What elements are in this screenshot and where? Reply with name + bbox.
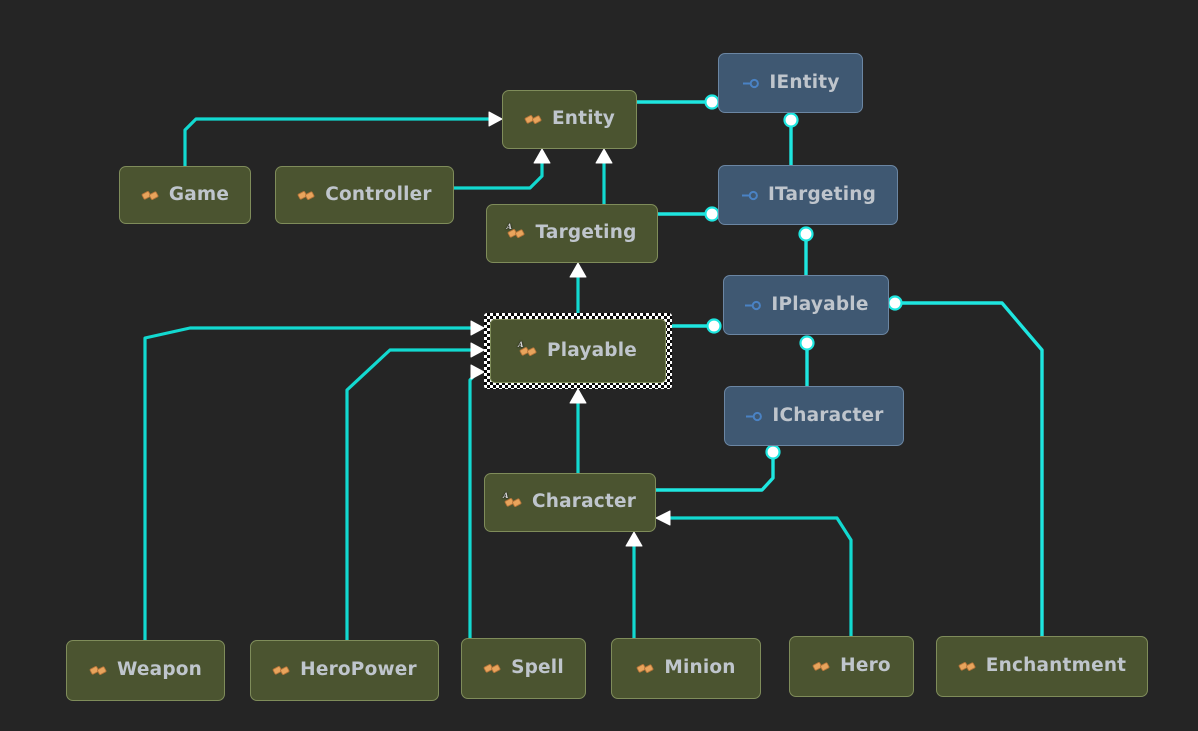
node-label: Targeting — [535, 222, 637, 244]
class-icon — [483, 659, 502, 678]
node-controller[interactable]: Controller — [275, 166, 454, 224]
edge-heropower-playable — [345, 342, 485, 640]
edge-character-playable — [569, 388, 587, 473]
class-icon — [89, 661, 108, 680]
abstract-badge: A — [506, 222, 513, 231]
node-enchantment[interactable]: Enchantment — [936, 636, 1148, 697]
node-heropower[interactable]: HeroPower — [250, 640, 439, 701]
interface-icon — [744, 407, 763, 426]
node-weapon[interactable]: Weapon — [66, 640, 225, 701]
abstract-class-icon: A — [506, 222, 526, 243]
abstract-class-icon: A — [517, 339, 538, 361]
node-character[interactable]: A Character — [484, 473, 656, 532]
node-hero[interactable]: Hero — [789, 636, 914, 697]
node-label: ITargeting — [767, 183, 877, 205]
edge-targeting-itargeting — [658, 206, 720, 222]
edge-entity-ientity — [637, 94, 720, 110]
edge-itargeting-ientity — [783, 112, 799, 165]
class-icon — [958, 657, 977, 676]
node-label: Hero — [840, 655, 891, 677]
edge-playable-targeting — [569, 262, 587, 313]
node-label: IEntity — [769, 71, 840, 93]
node-playable[interactable]: A Playable — [484, 313, 672, 389]
node-ientity[interactable]: IEntity — [718, 53, 863, 113]
edge-minion-character — [625, 531, 643, 638]
node-label: Weapon — [116, 659, 203, 681]
class-icon — [812, 657, 831, 676]
edge-controller-entity — [454, 148, 551, 190]
node-targeting[interactable]: A Targeting — [486, 204, 658, 263]
edge-playable-iplayable — [672, 318, 722, 334]
edge-enchantment-iplayable — [887, 295, 1044, 636]
node-label: Minion — [664, 657, 736, 679]
interface-icon — [740, 186, 759, 205]
node-playable-body: A Playable — [490, 319, 666, 383]
node-label: Game — [168, 183, 230, 205]
class-icon — [272, 661, 291, 680]
edge-game-entity — [183, 111, 503, 166]
node-icharacter[interactable]: ICharacter — [724, 386, 904, 446]
edge-targeting-entity — [595, 148, 613, 204]
node-label: Enchantment — [985, 655, 1127, 677]
interface-icon — [743, 296, 762, 315]
node-label: ICharacter — [772, 404, 884, 426]
edge-weapon-playable — [143, 320, 485, 640]
node-itargeting[interactable]: ITargeting — [718, 165, 898, 225]
node-label: Spell — [511, 657, 564, 679]
abstract-badge: A — [502, 491, 509, 500]
class-icon — [141, 186, 160, 205]
node-entity[interactable]: Entity — [502, 90, 637, 149]
node-label: IPlayable — [771, 293, 869, 315]
class-icon — [524, 110, 543, 129]
node-label: HeroPower — [300, 659, 417, 681]
edge-iplayable-itargeting — [798, 226, 814, 275]
class-diagram-canvas[interactable]: .e { fill:none; stroke:#12d9d0; stroke-w… — [0, 0, 1198, 731]
edge-hero-character — [655, 510, 853, 636]
edge-character-icharacter — [656, 444, 781, 492]
node-minion[interactable]: Minion — [611, 638, 761, 699]
node-label: Entity — [551, 108, 616, 130]
node-iplayable[interactable]: IPlayable — [723, 275, 889, 335]
node-label: Character — [531, 491, 637, 513]
class-icon — [636, 659, 655, 678]
edge-spell-playable — [468, 364, 485, 638]
node-label: Playable — [546, 339, 638, 361]
class-icon — [297, 186, 316, 205]
abstract-class-icon: A — [502, 491, 523, 512]
node-game[interactable]: Game — [119, 166, 251, 224]
interface-icon — [741, 74, 760, 93]
node-label: Controller — [325, 183, 432, 205]
abstract-badge: A — [517, 339, 524, 349]
node-spell[interactable]: Spell — [461, 638, 586, 699]
edge-icharacter-iplayable — [799, 335, 815, 386]
